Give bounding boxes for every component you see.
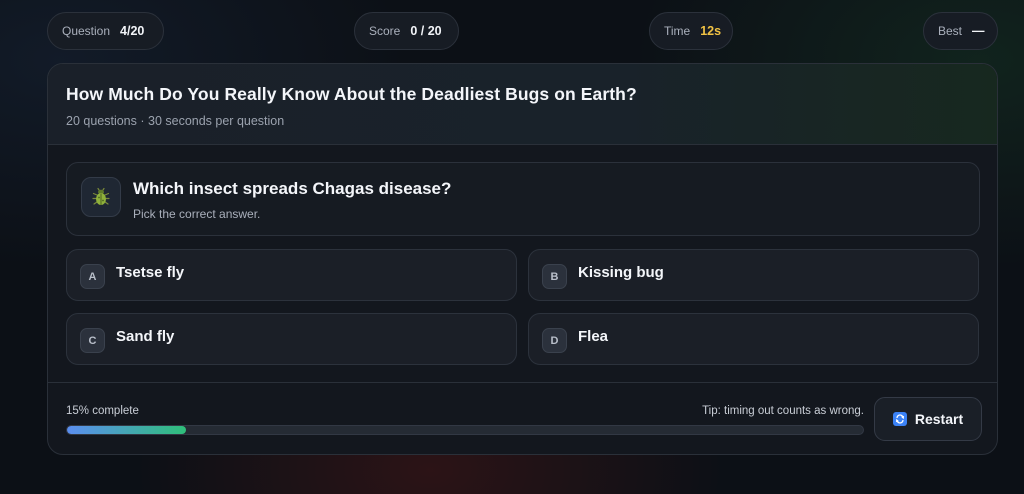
option-label: Flea xyxy=(578,328,609,345)
best-score-value: — xyxy=(972,24,985,38)
beetle-icon xyxy=(81,177,121,217)
score-label: Score xyxy=(369,24,401,38)
question-hint: Pick the correct answer. xyxy=(133,207,261,221)
answer-option-a[interactable]: A Tsetse fly xyxy=(66,249,517,301)
answer-option-d[interactable]: D Flea xyxy=(528,313,979,365)
option-label: Sand fly xyxy=(116,328,175,345)
score-counter: Score 0 / 20 xyxy=(354,12,459,50)
restart-icon xyxy=(892,412,907,426)
option-label: Kissing bug xyxy=(578,264,664,281)
question-counter-label: Question xyxy=(62,24,111,38)
best-score: Best — xyxy=(923,12,998,50)
restart-button[interactable]: Restart xyxy=(874,397,982,441)
option-letter-badge: D xyxy=(542,328,567,353)
quiz-card: How Much Do You Really Know About the De… xyxy=(47,63,998,455)
quiz-subtitle: 20 questions · 30 seconds per question xyxy=(66,114,285,128)
option-label: Tsetse fly xyxy=(116,264,185,281)
score-value: 0 / 20 xyxy=(410,24,442,38)
best-score-label: Best xyxy=(938,24,963,38)
answer-option-c[interactable]: C Sand fly xyxy=(66,313,517,365)
progress-bar xyxy=(66,425,864,435)
timer-value: 12s xyxy=(700,24,722,38)
progress-label: 15% complete xyxy=(66,405,139,417)
option-letter-badge: A xyxy=(80,264,105,289)
question-counter-value: 4/20 xyxy=(120,24,145,38)
tip-text: Tip: timing out counts as wrong. xyxy=(702,405,864,417)
question-text: Which insect spreads Chagas disease? xyxy=(133,179,452,198)
restart-label: Restart xyxy=(914,411,964,427)
timer-label: Time xyxy=(664,24,691,38)
answer-option-b[interactable]: B Kissing bug xyxy=(528,249,979,301)
quiz-footer: 15% complete Tip: timing out counts as w… xyxy=(48,382,997,454)
quiz-header: How Much Do You Really Know About the De… xyxy=(48,64,997,145)
question-counter: Question 4/20 xyxy=(47,12,164,50)
progress-bar-fill xyxy=(67,426,187,434)
quiz-title: How Much Do You Really Know About the De… xyxy=(66,84,637,104)
question-box: Which insect spreads Chagas disease? Pic… xyxy=(66,162,980,236)
timer: Time 12s xyxy=(649,12,733,50)
option-letter-badge: B xyxy=(542,264,567,289)
option-letter-badge: C xyxy=(80,328,105,353)
